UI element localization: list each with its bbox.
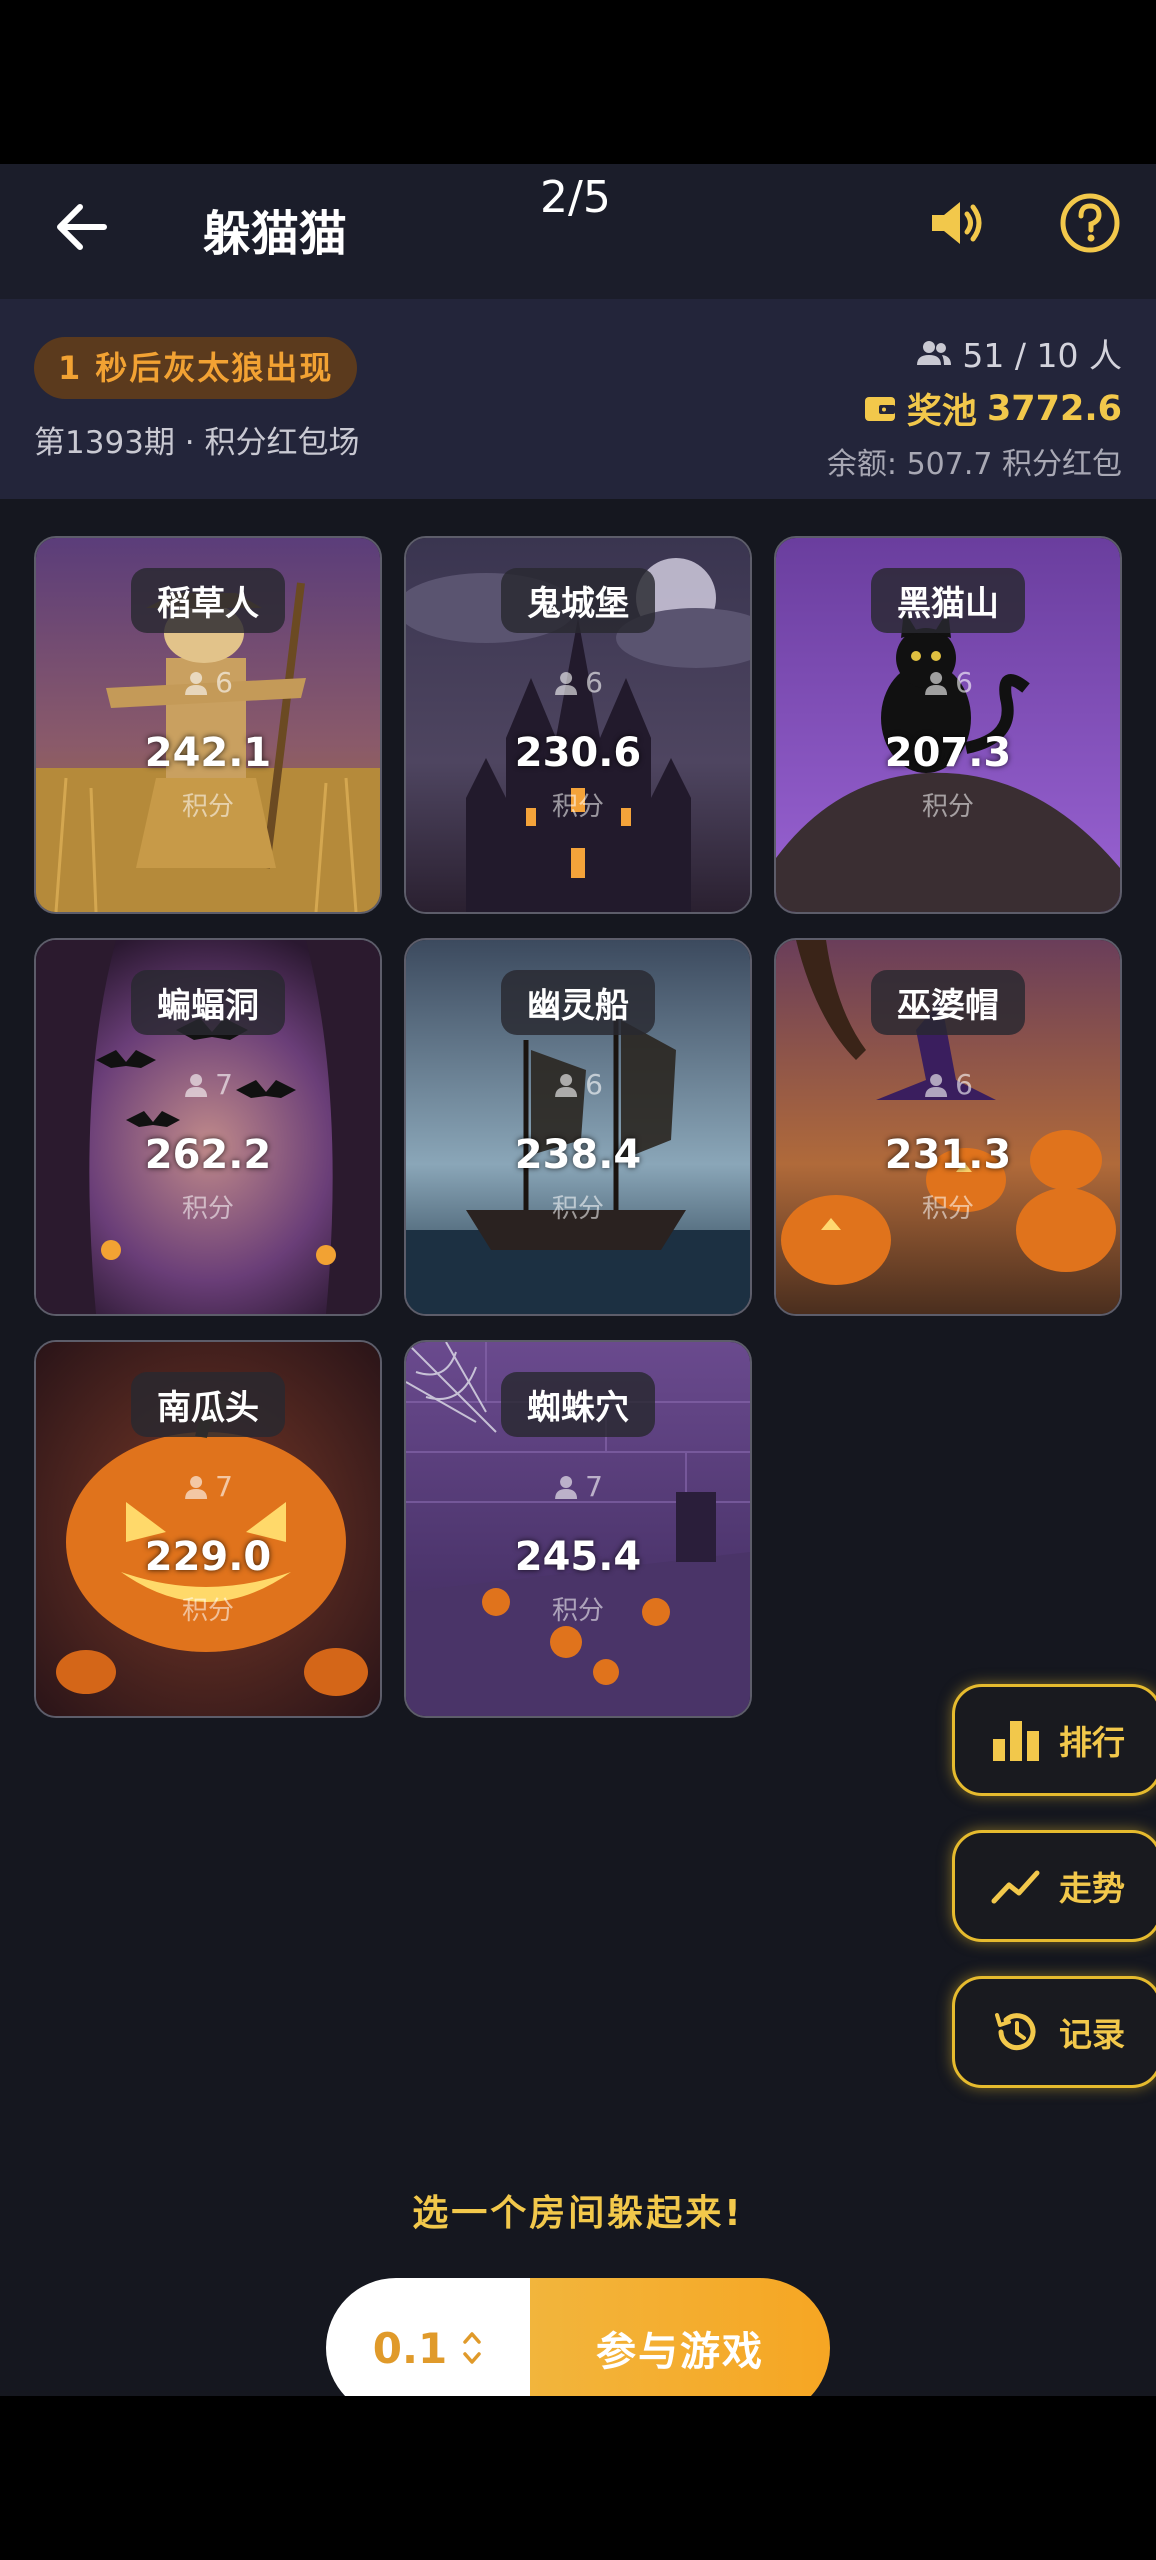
wallet-icon	[864, 396, 895, 421]
period-label: 第1393期 · 积分红包场	[34, 425, 360, 461]
countdown-badge: 1 秒后灰太狼出现	[34, 337, 358, 399]
room-value: 245.4	[514, 1534, 642, 1580]
arrow-left-icon	[57, 204, 107, 250]
room-count-text: 6	[955, 666, 973, 699]
person-icon	[185, 1475, 208, 1499]
room-name: 蝙蝠洞	[131, 970, 285, 1035]
round-info-panel: 1 秒后灰太狼出现 第1393期 · 积分红包场 51 / 10 人 奖池 37…	[0, 299, 1156, 499]
room-player-count: 6	[553, 666, 603, 699]
player-count-text: 51 / 10 人	[962, 336, 1122, 375]
page-indicator: 2/5	[540, 172, 611, 223]
room-card-ghost-ship[interactable]: 幽灵船 6 238.4 积分	[404, 938, 752, 1316]
room-unit: 积分	[551, 792, 604, 822]
room-name: 南瓜头	[131, 1372, 285, 1437]
room-count-text: 6	[585, 666, 603, 699]
room-count-text: 6	[955, 1068, 973, 1101]
room-player-count: 7	[183, 1470, 233, 1503]
room-unit: 积分	[181, 1194, 234, 1224]
room-card-witch-hat[interactable]: 巫婆帽 6 231.3 积分	[774, 938, 1122, 1316]
room-count-text: 7	[585, 1470, 603, 1503]
people-icon	[917, 341, 952, 365]
room-unit: 积分	[921, 792, 974, 822]
room-card-black-cat-hill[interactable]: 黑猫山 6 207.3 积分	[774, 536, 1122, 914]
room-player-count: 6	[553, 1068, 603, 1101]
rank-label: 排行	[1059, 1723, 1125, 1762]
room-name: 黑猫山	[871, 568, 1025, 633]
join-bar: 0.1 参与游戏	[326, 2278, 830, 2396]
room-count-text: 7	[215, 1068, 233, 1101]
prize-pool: 奖池 3772.6	[863, 383, 1122, 434]
record-button[interactable]: 记录	[952, 1976, 1156, 2088]
history-icon	[995, 2013, 1036, 2051]
page-title: 躲猫猫	[203, 206, 348, 262]
room-card-scarecrow[interactable]: 稻草人 6 242.1 积分	[34, 536, 382, 914]
room-card-spider-den[interactable]: 蜘蛛穴 7 245.4 积分	[404, 1340, 752, 1718]
room-count-text: 6	[585, 1068, 603, 1101]
room-name: 蜘蛛穴	[501, 1372, 655, 1437]
bar-chart-icon	[993, 1721, 1039, 1761]
room-value: 262.2	[144, 1132, 272, 1178]
join-game-button[interactable]: 参与游戏	[530, 2278, 830, 2396]
room-value: 207.3	[884, 730, 1012, 776]
player-count: 51 / 10 人	[916, 329, 1122, 377]
room-name: 鬼城堡	[501, 568, 655, 633]
room-name: 巫婆帽	[871, 970, 1025, 1035]
room-player-count: 6	[923, 1068, 973, 1101]
person-icon	[555, 1073, 578, 1097]
room-value: 229.0	[144, 1534, 272, 1580]
trend-label: 走势	[1059, 1869, 1125, 1908]
room-player-count: 7	[183, 1068, 233, 1101]
person-icon	[925, 671, 948, 695]
record-label: 记录	[1059, 2015, 1125, 2054]
room-player-count: 7	[553, 1470, 603, 1503]
up-down-chevron-icon	[463, 2332, 481, 2364]
person-icon	[185, 1073, 208, 1097]
room-count-text: 6	[215, 666, 233, 699]
person-icon	[555, 671, 578, 695]
room-name: 稻草人	[131, 568, 285, 633]
room-card-bat-cave[interactable]: 蝙蝠洞 7 262.2 积分	[34, 938, 382, 1316]
game-screen: 躲猫猫 2/5 1 秒后灰太狼出现 第1393期 · 积分红包场 51 / 10…	[0, 164, 1156, 2396]
person-icon	[185, 671, 208, 695]
room-card-ghost-castle[interactable]: 鬼城堡 6 230.6 积分	[404, 536, 752, 914]
prize-pool-label: 奖池	[906, 392, 977, 432]
trend-button[interactable]: 走势	[952, 1830, 1156, 1942]
amount-selector[interactable]: 0.1	[326, 2278, 530, 2396]
person-icon	[555, 1475, 578, 1499]
room-name: 幽灵船	[501, 970, 655, 1035]
room-value: 242.1	[144, 730, 272, 776]
room-value: 238.4	[514, 1132, 642, 1178]
amount-value: 0.1	[372, 2323, 448, 2373]
room-count-text: 7	[215, 1470, 233, 1503]
trend-line-icon	[991, 1870, 1040, 1904]
balance-label: 余额: 507.7 积分红包	[826, 447, 1122, 482]
help-button[interactable]	[1055, 188, 1125, 258]
room-card-pumpkin-head[interactable]: 南瓜头 7 229.0 积分	[34, 1340, 382, 1718]
room-unit: 积分	[551, 1596, 604, 1626]
room-player-count: 6	[183, 666, 233, 699]
person-icon	[925, 1073, 948, 1097]
room-unit: 积分	[551, 1194, 604, 1224]
room-unit: 积分	[181, 792, 234, 822]
room-unit: 积分	[921, 1194, 974, 1224]
question-icon	[1060, 193, 1120, 253]
rank-button[interactable]: 排行	[952, 1684, 1156, 1796]
room-value: 231.3	[884, 1132, 1012, 1178]
prize-pool-value: 3772.6	[986, 388, 1122, 429]
back-button[interactable]	[48, 192, 118, 262]
hint-text: 选一个房间躲起来!	[412, 2193, 744, 2234]
room-unit: 积分	[181, 1596, 234, 1626]
sound-button[interactable]	[922, 188, 992, 258]
room-value: 230.6	[514, 730, 642, 776]
top-bar: 躲猫猫 2/5	[0, 164, 1156, 299]
room-player-count: 6	[923, 666, 973, 699]
speaker-icon	[932, 202, 982, 244]
